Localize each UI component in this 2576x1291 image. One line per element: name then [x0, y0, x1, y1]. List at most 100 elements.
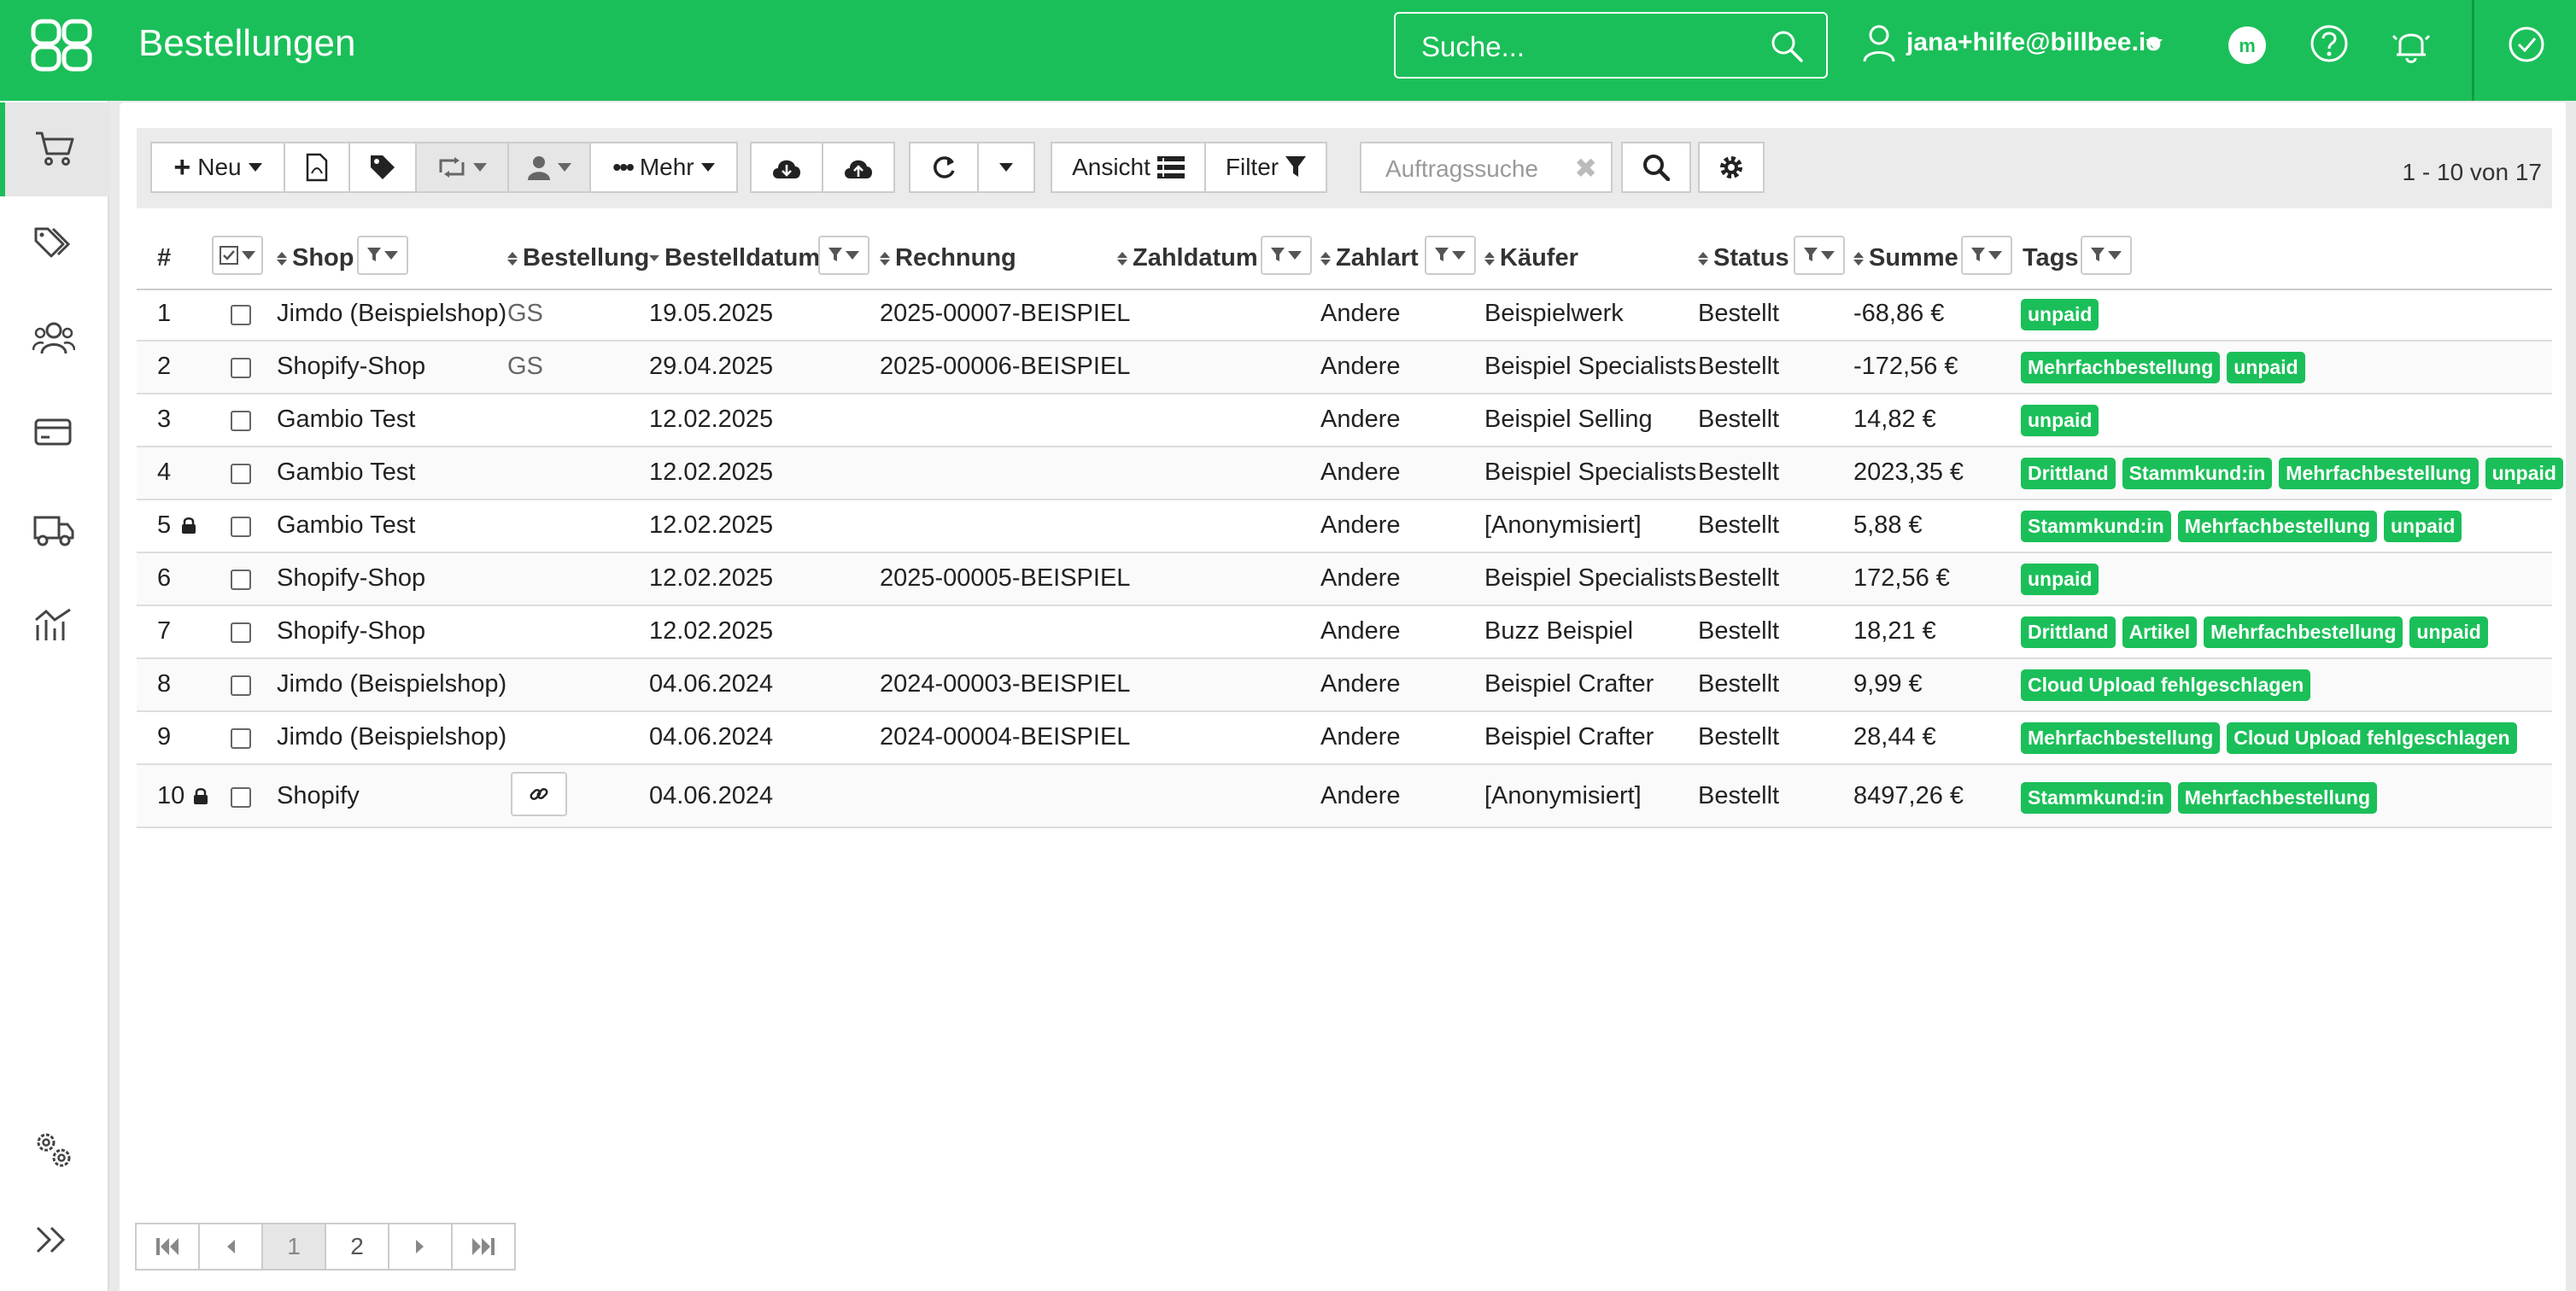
tag-badge[interactable]: Cloud Upload fehlgeschlagen — [2021, 669, 2311, 701]
table-row[interactable]: 9 Jimdo (Beispielshop) 04.06.2024 2024-0000… — [137, 712, 2552, 765]
row-checkbox[interactable] — [231, 787, 251, 808]
cell-invoice[interactable]: 2025-00005-BEISPIEL — [880, 564, 1130, 593]
notification-bell-icon[interactable] — [2390, 24, 2433, 67]
state-change-button[interactable] — [415, 142, 509, 193]
cell-order[interactable]: GS — [507, 353, 543, 381]
sidebar-item-payments[interactable] — [0, 388, 109, 482]
filter-status-button[interactable] — [1794, 236, 1845, 275]
more-actions-button[interactable]: ••• Mehr — [589, 142, 738, 193]
app-badge-icon[interactable]: m — [2226, 24, 2269, 67]
tag-badge[interactable]: unpaid — [2021, 405, 2099, 436]
refresh-button[interactable] — [909, 142, 979, 193]
tag-badge[interactable]: unpaid — [2485, 458, 2563, 489]
col-header-status[interactable]: Status — [1698, 244, 1789, 272]
global-search-input[interactable]: Suche... — [1394, 12, 1828, 79]
sidebar-item-products[interactable] — [0, 196, 109, 290]
row-checkbox[interactable] — [231, 728, 251, 749]
tag-badge[interactable]: Mehrfachbestellung — [2279, 458, 2479, 489]
filter-button[interactable]: Filter — [1204, 142, 1327, 193]
help-icon[interactable] — [2310, 24, 2349, 63]
sidebar-item-customers[interactable] — [0, 292, 109, 386]
user-menu-email[interactable]: jana+hilfe@billbee.io — [1906, 28, 2162, 57]
sidebar-item-shipping[interactable] — [0, 483, 109, 577]
table-row[interactable]: 2 Shopify-Shop GS 29.04.2025 2025-00006-BEIS… — [137, 342, 2552, 394]
row-checkbox[interactable] — [231, 570, 251, 590]
cell-invoice[interactable]: 2024-00003-BEISPIEL — [880, 670, 1130, 698]
cell-invoice[interactable]: 2024-00004-BEISPIEL — [880, 723, 1130, 751]
page-2-button[interactable]: 2 — [325, 1223, 389, 1271]
tag-badge[interactable]: Mehrfachbestellung — [2177, 511, 2377, 542]
filter-sum-button[interactable] — [1961, 236, 2012, 275]
col-header-sum[interactable]: Summe — [1853, 244, 1958, 272]
col-header-shop[interactable]: Shop — [277, 244, 354, 272]
tag-badge[interactable]: unpaid — [2021, 299, 2099, 330]
tag-badge[interactable]: Stammkund:in — [2122, 458, 2273, 489]
tag-badge[interactable]: Mehrfachbestellung — [2204, 616, 2403, 648]
cell-invoice[interactable]: 2025-00006-BEISPIEL — [880, 353, 1130, 381]
col-header-pay-date[interactable]: Zahldatum — [1117, 244, 1258, 272]
sidebar-item-orders[interactable] — [0, 102, 109, 196]
col-header-invoice[interactable]: Rechnung — [880, 244, 1016, 272]
row-checkbox[interactable] — [231, 517, 251, 537]
table-row[interactable]: 3 Gambio Test 12.02.2025 Andere Beispiel Sel… — [137, 394, 2552, 447]
tag-badge[interactable]: unpaid — [2384, 511, 2462, 542]
col-header-payment[interactable]: Zahlart — [1320, 244, 1419, 272]
col-header-buyer[interactable]: Käufer — [1484, 244, 1578, 272]
col-header-order-date[interactable]: Bestelldatum — [649, 244, 820, 272]
filter-payment-button[interactable] — [1425, 236, 1476, 275]
check-circle-icon[interactable] — [2508, 26, 2545, 63]
row-checkbox[interactable] — [231, 675, 251, 696]
cell-invoice[interactable]: 2025-00007-BEISPIEL — [880, 300, 1130, 328]
tag-badge[interactable]: Mehrfachbestellung — [2021, 352, 2221, 383]
order-search-input[interactable]: Auftragssuche ✖ — [1360, 142, 1613, 193]
tag-badge[interactable]: unpaid — [2409, 616, 2488, 648]
pdf-button[interactable] — [284, 142, 350, 193]
tag-badge[interactable]: Stammkund:in — [2021, 511, 2171, 542]
assign-user-button[interactable] — [507, 142, 591, 193]
order-search-button[interactable] — [1621, 142, 1691, 193]
new-order-button[interactable]: + Neu — [150, 142, 285, 193]
table-row[interactable]: 8 Jimdo (Beispielshop) 04.06.2024 2024-0000… — [137, 659, 2552, 712]
tag-badge[interactable]: Drittland — [2021, 458, 2116, 489]
row-checkbox[interactable] — [231, 411, 251, 431]
filter-shop-button[interactable] — [357, 236, 408, 275]
table-row[interactable]: 7 Shopify-Shop 12.02.2025 Andere Buzz Beispi… — [137, 606, 2552, 659]
order-link-button[interactable] — [511, 772, 567, 816]
row-checkbox[interactable] — [231, 622, 251, 643]
table-row[interactable]: 1 Jimdo (Beispielshop) GS 19.05.2025 2025-00… — [137, 289, 2552, 342]
tag-badge[interactable]: Mehrfachbestellung — [2021, 722, 2221, 754]
filter-order-date-button[interactable] — [818, 236, 869, 275]
import-button[interactable] — [750, 142, 823, 193]
row-checkbox[interactable] — [231, 358, 251, 378]
table-row[interactable]: 4 Gambio Test 12.02.2025 Andere Beispiel Spe… — [137, 447, 2563, 500]
billbee-logo[interactable] — [31, 19, 92, 72]
search-icon[interactable] — [1770, 29, 1804, 63]
chevron-down-icon[interactable] — [2146, 39, 2163, 49]
first-page-button[interactable] — [135, 1223, 200, 1271]
cell-order[interactable]: GS — [507, 300, 543, 328]
user-icon[interactable] — [1862, 24, 1896, 63]
table-row[interactable]: 10 Shopify 04.06.2024 Andere [Anonymisiert] B… — [137, 765, 2552, 828]
view-button[interactable]: Ansicht — [1051, 142, 1206, 193]
select-all-button[interactable] — [212, 236, 263, 275]
sidebar-item-analytics[interactable] — [0, 579, 109, 673]
table-row[interactable]: 5 Gambio Test 12.02.2025 Andere [Anonymisier… — [137, 500, 2552, 553]
filter-pay-date-button[interactable] — [1261, 236, 1312, 275]
refresh-options-button[interactable] — [977, 142, 1035, 193]
sidebar-expand[interactable] — [0, 1195, 109, 1289]
page-1-button[interactable]: 1 — [261, 1223, 326, 1271]
sidebar-item-settings[interactable] — [0, 1101, 109, 1195]
tag-badge[interactable]: Artikel — [2122, 616, 2198, 648]
table-row[interactable]: 6 Shopify-Shop 12.02.2025 2025-00005-BEISPI… — [137, 553, 2552, 606]
filter-tags-button[interactable] — [2081, 236, 2132, 275]
clear-search-icon[interactable]: ✖ — [1574, 152, 1597, 184]
row-checkbox[interactable] — [231, 464, 251, 484]
prev-page-button[interactable] — [198, 1223, 263, 1271]
table-settings-button[interactable] — [1698, 142, 1765, 193]
tag-badge[interactable]: unpaid — [2227, 352, 2305, 383]
tag-badge[interactable]: unpaid — [2021, 564, 2099, 595]
col-header-order[interactable]: Bestellung — [507, 244, 649, 272]
tag-badge[interactable]: Stammkund:in — [2021, 782, 2171, 814]
tag-button[interactable] — [348, 142, 417, 193]
next-page-button[interactable] — [388, 1223, 453, 1271]
